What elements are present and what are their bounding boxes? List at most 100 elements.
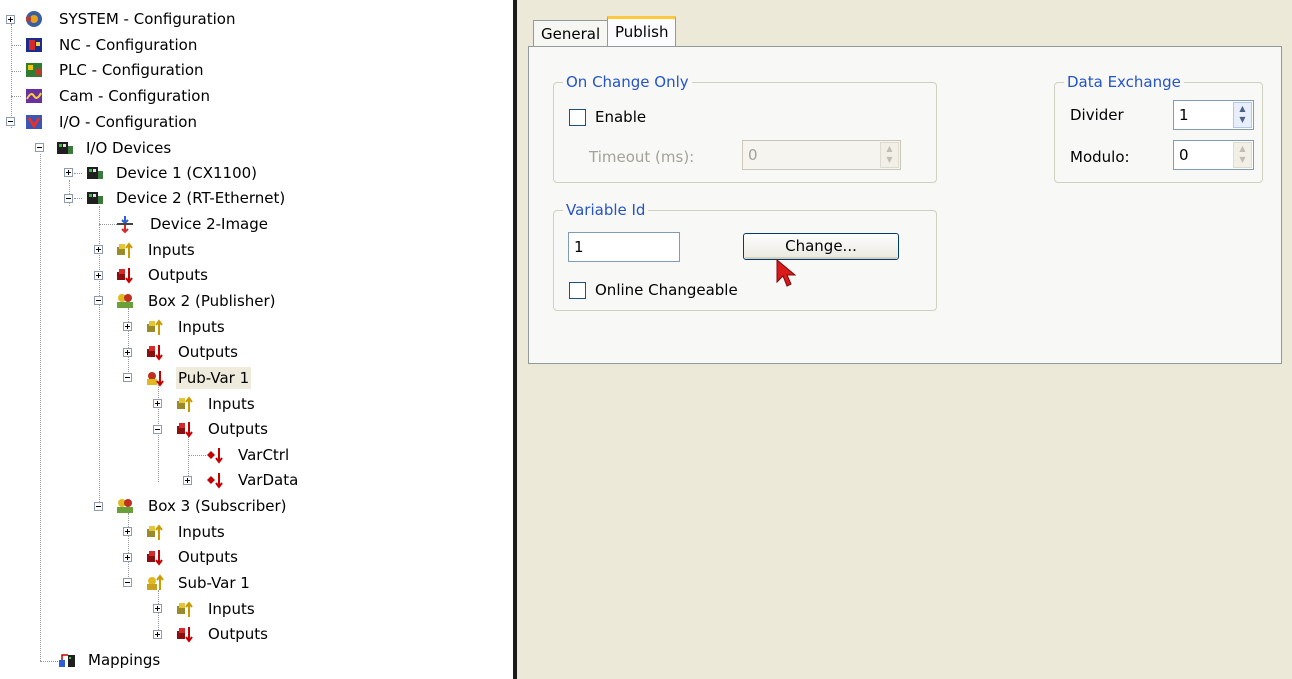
box-icon (116, 497, 134, 515)
expander[interactable] (123, 322, 132, 331)
enable-checkbox[interactable] (569, 109, 586, 126)
timeout-label: Timeout (ms): (589, 148, 695, 166)
sub-var-icon (146, 574, 164, 592)
system-config-icon (25, 10, 43, 28)
expander[interactable] (123, 553, 132, 562)
publish-panel: On Change Only Enable Timeout (ms): 0 ▲ ▼… (528, 46, 1282, 364)
modulo-label: Modulo: (1070, 148, 1130, 166)
timeout-stepper[interactable]: 0 ▲ ▼ (742, 140, 901, 170)
change-button[interactable]: Change... (743, 233, 899, 260)
outputs-icon (176, 420, 194, 438)
tree-item-label: SYSTEM - Configuration (59, 10, 236, 28)
expander[interactable] (183, 476, 192, 485)
expander[interactable] (94, 271, 103, 280)
tree-item-label: NC - Configuration (59, 36, 198, 54)
device-icon (86, 189, 104, 207)
tree-item-label: Outputs (178, 343, 238, 361)
expander[interactable] (64, 194, 73, 203)
expander[interactable] (94, 245, 103, 254)
inputs-icon (146, 523, 164, 541)
tree-item-label: Box 2 (Publisher) (148, 292, 276, 310)
spin-arrows-icon[interactable]: ▲ ▼ (1233, 142, 1252, 168)
outputs-icon (176, 625, 194, 643)
tree-item-label: VarCtrl (238, 446, 290, 464)
variable-id-value: 1 (574, 238, 584, 256)
device-icon (86, 164, 104, 182)
group-title: Data Exchange (1064, 72, 1184, 92)
pub-var-icon (146, 369, 164, 387)
outputs-icon (116, 266, 134, 284)
cam-config-icon (25, 87, 43, 105)
enable-label: Enable (595, 108, 647, 126)
outputs-icon (146, 548, 164, 566)
variable-id-group: Variable Id 1 Change... Online Changeabl… (553, 200, 937, 311)
tab-publish[interactable]: Publish (607, 16, 677, 46)
tree-item-label: Device 1 (CX1100) (116, 164, 258, 182)
tab-general[interactable]: General (533, 20, 609, 46)
expander[interactable] (6, 15, 15, 24)
tree-item-label: Device 2 (RT-Ethernet) (116, 189, 286, 207)
expander[interactable] (123, 578, 132, 587)
io-config-icon (25, 113, 43, 131)
expander[interactable] (94, 296, 103, 305)
tree-item-label: Outputs (208, 625, 268, 643)
tree-item-label: Inputs (148, 241, 195, 259)
nc-config-icon (25, 36, 43, 54)
expander[interactable] (6, 117, 15, 126)
tree-item-label: Pub-Var 1 (176, 367, 252, 389)
expander[interactable] (94, 502, 103, 511)
on-change-only-group: On Change Only Enable Timeout (ms): 0 ▲ ▼ (553, 72, 937, 183)
tree-item-label: Box 3 (Subscriber) (148, 497, 287, 515)
online-changeable-label: Online Changeable (595, 281, 738, 299)
tree-view[interactable]: SYSTEM - Configuration NC - Configuratio… (0, 0, 513, 679)
spin-arrows-icon[interactable]: ▲ ▼ (880, 142, 899, 168)
tree-item-label: I/O - Configuration (59, 113, 197, 131)
inputs-icon (146, 318, 164, 336)
divider-stepper[interactable]: 1 ▲ ▼ (1173, 100, 1254, 130)
tree-item-label: Inputs (208, 395, 255, 413)
tree-item-label: Outputs (208, 420, 268, 438)
tree-item-label: VarData (238, 471, 299, 489)
box-icon (116, 292, 134, 310)
tree-item-label: I/O Devices (86, 139, 172, 157)
inputs-icon (176, 395, 194, 413)
spin-arrows-icon[interactable]: ▲ ▼ (1233, 102, 1252, 128)
io-devices-icon (56, 139, 74, 157)
divider-label: Divider (1070, 106, 1124, 124)
expander[interactable] (123, 348, 132, 357)
tree-item-label: Inputs (208, 600, 255, 618)
divider-value: 1 (1179, 106, 1189, 124)
group-title: Variable Id (563, 200, 649, 220)
expander[interactable] (64, 168, 73, 177)
device-image-icon (116, 215, 134, 234)
modulo-stepper[interactable]: 0 ▲ ▼ (1173, 140, 1254, 170)
tree-item-label: Cam - Configuration (59, 87, 210, 105)
tree-item-label: Inputs (178, 523, 225, 541)
expander[interactable] (35, 143, 44, 152)
online-changeable-checkbox[interactable] (569, 282, 586, 299)
var-output-icon (206, 446, 224, 464)
inputs-icon (116, 241, 134, 259)
expander[interactable] (123, 373, 132, 382)
tree-item-label: Mappings (88, 651, 161, 669)
plc-config-icon (25, 61, 43, 79)
expander[interactable] (123, 527, 132, 536)
mappings-icon (58, 651, 76, 669)
tree-item-label: Sub-Var 1 (178, 574, 250, 592)
expander[interactable] (153, 425, 162, 434)
expander[interactable] (153, 399, 162, 408)
tree-item-label: Outputs (148, 266, 208, 284)
mouse-cursor-icon (776, 258, 797, 287)
expander[interactable] (153, 630, 162, 639)
data-exchange-group: Data Exchange Divider 1 ▲ ▼ Modulo: 0 ▲ ▼ (1054, 72, 1263, 183)
inputs-icon (176, 600, 194, 618)
variable-id-field[interactable]: 1 (568, 232, 680, 262)
tree-item-label: Outputs (178, 548, 238, 566)
var-output-icon (206, 471, 224, 489)
timeout-value: 0 (748, 146, 758, 164)
outputs-icon (146, 343, 164, 361)
modulo-value: 0 (1179, 146, 1189, 164)
expander[interactable] (153, 604, 162, 613)
tree-item-label: Device 2-Image (150, 215, 269, 233)
tree-item-label: PLC - Configuration (59, 61, 204, 79)
